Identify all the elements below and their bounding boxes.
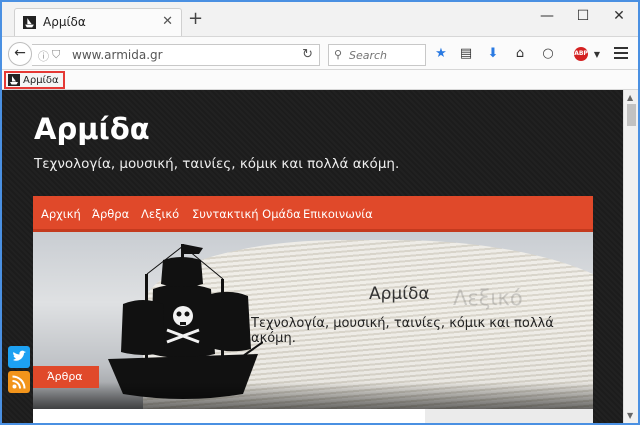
shield-icon[interactable]: ⛉ [52, 48, 60, 62]
new-tab-button[interactable]: + [188, 10, 203, 28]
twitter-bird-icon [13, 350, 26, 361]
address-bar[interactable]: ⓘ ⛉ www.armida.gr ↻ [32, 44, 320, 66]
hero-faint-word: Λεξικό [453, 286, 523, 310]
nav-item-lexicon[interactable]: Λεξικό [141, 207, 179, 221]
close-window-button[interactable]: ✕ [609, 8, 629, 24]
pirate-ship-icon [8, 74, 20, 86]
adblock-icon[interactable]: ABP [574, 47, 588, 61]
info-icon[interactable]: ⓘ [38, 48, 49, 64]
hero-title[interactable]: Αρμίδα [369, 284, 430, 304]
tab-title: Αρμίδα [43, 15, 86, 29]
home-icon[interactable]: ⌂ [511, 46, 529, 64]
scroll-up-icon[interactable]: ▲ [627, 93, 633, 102]
clipboard-icon[interactable]: ▤ [457, 46, 475, 64]
tab-bar: Αρμίδα ✕ + — ☐ ✕ [2, 2, 638, 36]
twitter-button[interactable] [8, 346, 30, 368]
scroll-down-icon[interactable]: ▼ [627, 411, 633, 420]
bookmarks-bar: Αρμίδα [2, 70, 638, 90]
search-box[interactable]: ⚲ [328, 44, 426, 66]
vertical-scrollbar[interactable]: ▲ ▼ [623, 90, 638, 423]
tab-close-icon[interactable]: ✕ [162, 14, 173, 29]
content-panel [33, 409, 593, 423]
sidebar-panel [425, 409, 593, 423]
chat-icon[interactable]: ○ [539, 46, 557, 64]
hero-slider[interactable]: Λεξικό Αρμίδα Τεχνολογία, μουσική, ταινί… [33, 232, 593, 409]
pirate-ship-icon [23, 16, 36, 29]
hero-shadow [33, 382, 593, 409]
page-content: Αρμίδα Τεχνολογία, μουσική, ταινίες, κόμ… [2, 90, 623, 423]
back-arrow-icon: ← [14, 45, 26, 61]
hero-description: Τεχνολογία, μουσική, ταινίες, κόμικ και … [251, 316, 554, 346]
browser-window: Αρμίδα ✕ + — ☐ ✕ ← ⓘ ⛉ www.armida.gr ↻ ⚲… [2, 2, 638, 423]
nav-item-team[interactable]: Συντακτική Ομάδα [192, 207, 301, 221]
bookmark-armida[interactable]: Αρμίδα [4, 71, 65, 89]
rss-button[interactable] [8, 371, 30, 393]
hamburger-menu-icon[interactable] [614, 47, 628, 62]
maximize-button[interactable]: ☐ [573, 8, 593, 24]
url-text[interactable]: www.armida.gr [72, 48, 163, 62]
bookmark-star-icon[interactable]: ★ [432, 46, 450, 64]
category-badge[interactable]: Άρθρα [33, 366, 99, 388]
search-input[interactable] [349, 47, 423, 63]
site-nav: Αρχική Άρθρα Λεξικό Συντακτική Ομάδα Επι… [33, 196, 593, 232]
download-icon[interactable]: ⬇ [484, 46, 502, 64]
nav-item-contact[interactable]: Επικοινωνία [303, 207, 373, 221]
rss-feed-icon [12, 375, 26, 389]
site-description: Τεχνολογία, μουσική, ταινίες, κόμικ και … [34, 156, 400, 172]
reload-icon[interactable]: ↻ [302, 47, 313, 62]
back-button[interactable]: ← [8, 42, 32, 66]
site-title[interactable]: Αρμίδα [34, 112, 150, 146]
nav-bar: ← ⓘ ⛉ www.armida.gr ↻ ⚲ ★ ▤ ⬇ ⌂ ○ ABP ▼ [2, 36, 638, 70]
nav-item-articles[interactable]: Άρθρα [92, 207, 129, 221]
tab-armida[interactable]: Αρμίδα ✕ [14, 8, 182, 36]
scroll-thumb[interactable] [627, 104, 636, 126]
search-icon: ⚲ [334, 48, 343, 61]
minimize-button[interactable]: — [537, 8, 557, 24]
bookmark-label: Αρμίδα [23, 74, 59, 86]
chevron-down-icon[interactable]: ▼ [588, 47, 606, 65]
nav-item-home[interactable]: Αρχική [41, 207, 81, 221]
